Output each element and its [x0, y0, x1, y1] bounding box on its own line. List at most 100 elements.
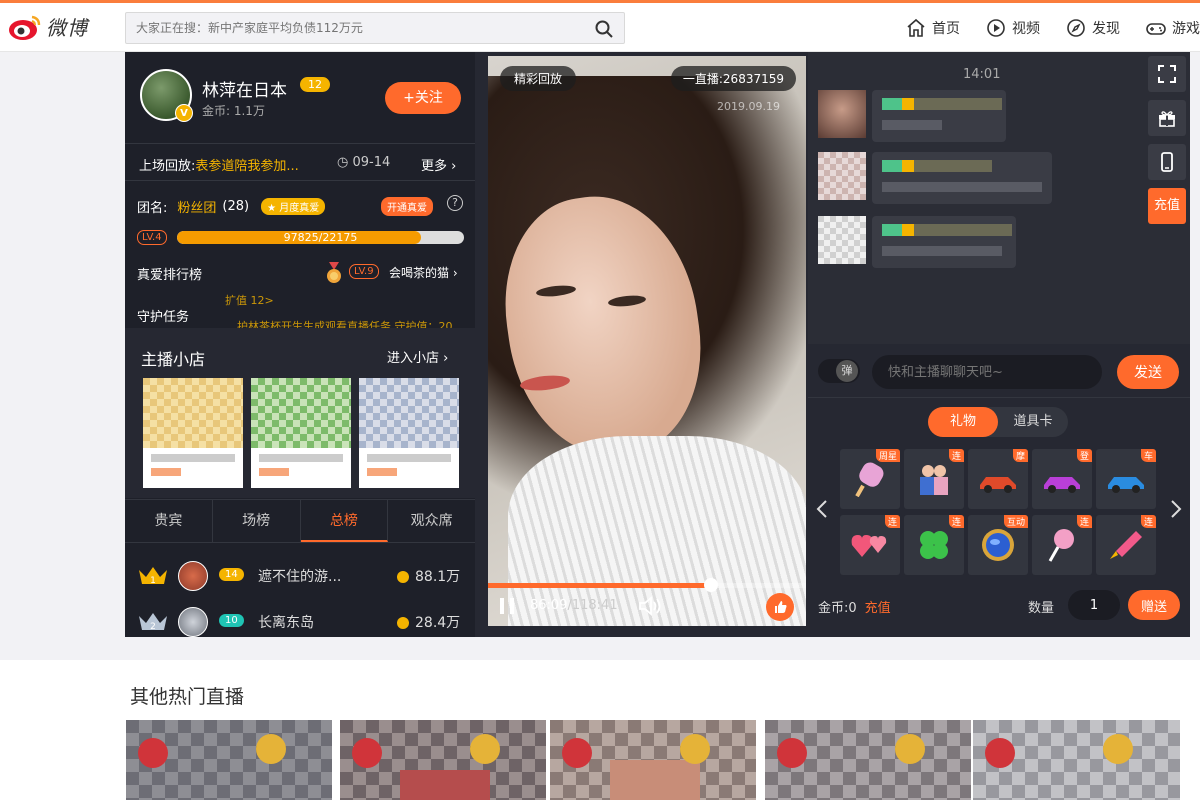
- shop-product-3[interactable]: [359, 378, 459, 488]
- gift-globe[interactable]: 互动: [968, 515, 1028, 575]
- nav-discover-label: 发现: [1092, 20, 1120, 37]
- give-gift-button[interactable]: 赠送: [1128, 590, 1180, 620]
- gift-lollipop[interactable]: 连: [1032, 515, 1092, 575]
- help-icon[interactable]: ?: [447, 195, 463, 211]
- video-player[interactable]: 精彩回放 一直播:26837159 2019.09.19: [488, 56, 806, 626]
- fan-avatar[interactable]: [178, 561, 208, 591]
- ranking-row[interactable]: 1 14 遮不住的游... 88.1万: [125, 554, 475, 598]
- sports-car-icon: [980, 477, 1016, 493]
- nav-home[interactable]: 首页: [906, 18, 960, 38]
- product-title-placeholder: [367, 454, 451, 462]
- replay-more-link[interactable]: 更多 ›: [421, 155, 456, 174]
- tab-prop-cards[interactable]: 道具卡: [998, 407, 1068, 437]
- gift-rocket[interactable]: 连: [1096, 515, 1156, 575]
- search-input[interactable]: [126, 13, 566, 43]
- nav-discover[interactable]: 发现: [1066, 18, 1120, 38]
- open-love-button[interactable]: 开通真爱: [381, 197, 433, 216]
- live-badge-icon: [352, 738, 382, 768]
- pause-icon[interactable]: [500, 598, 514, 614]
- fan-progress-text: 97825/22175: [283, 231, 358, 244]
- gift-blue-car[interactable]: 车: [1096, 449, 1156, 509]
- chat-avatar[interactable]: [818, 90, 866, 138]
- guard-scroll-text-1: 扩值 12>: [225, 294, 274, 307]
- shop-enter-link[interactable]: 进入小店 ›: [387, 347, 448, 366]
- live-thumbnail[interactable]: [765, 720, 971, 800]
- gift-clover[interactable]: 连: [904, 515, 964, 575]
- video-date-stamp: 2019.09.19: [717, 100, 780, 113]
- fan-group-count: (28): [222, 199, 250, 214]
- shop-product-2[interactable]: [251, 378, 351, 488]
- chevron-right-icon[interactable]: [1170, 499, 1182, 519]
- nav-games[interactable]: 游戏: [1146, 18, 1200, 38]
- chat-avatar[interactable]: [818, 152, 866, 200]
- video-icon: [987, 18, 1005, 37]
- rocket-icon: [1110, 531, 1142, 559]
- fullscreen-icon: [1158, 65, 1176, 83]
- gift-sports-car[interactable]: 摩: [968, 449, 1028, 509]
- coin-icon: [397, 571, 409, 583]
- chat-avatar[interactable]: [818, 216, 866, 264]
- replay-date-text: 09-14: [352, 155, 391, 170]
- gift-box-button[interactable]: [1148, 100, 1186, 136]
- fan-group-name: 粉丝团: [177, 201, 217, 216]
- rank-level-badge: LV.9: [349, 264, 379, 279]
- recharge-side-button[interactable]: 充值: [1148, 188, 1186, 224]
- gift-couple[interactable]: 连: [904, 449, 964, 509]
- gift-popsicle[interactable]: 周星: [840, 449, 900, 509]
- weibo-logo[interactable]: 微博: [8, 12, 88, 41]
- chat-text-placeholder: [882, 182, 1042, 192]
- gift-purple-car[interactable]: 登: [1032, 449, 1092, 509]
- level-badge-icon: [680, 734, 710, 764]
- weibo-eye-icon: [9, 15, 41, 40]
- section-title: 其他热门直播: [130, 686, 245, 708]
- live-badge-icon: [562, 738, 592, 768]
- tab-total-rank[interactable]: 总榜: [300, 500, 389, 542]
- rank-number: 1: [150, 576, 156, 586]
- love-rank-label: 真爱排行榜: [137, 268, 203, 283]
- last-replay[interactable]: 上场回放:表参道陪我参加... ◷ 09-14 更多 ›: [125, 145, 475, 181]
- love-rank-row[interactable]: 真爱排行榜 LV.9 会喝茶的猫 ›: [137, 262, 463, 283]
- tab-audience[interactable]: 观众席: [388, 500, 475, 542]
- tab-vip[interactable]: 贵宾: [125, 500, 213, 542]
- time-current: 86:09: [530, 598, 568, 613]
- main-nav: 首页 视频 发现 游戏: [880, 3, 1200, 52]
- gift-hearts[interactable]: 连: [840, 515, 900, 575]
- seek-bar[interactable]: [488, 578, 806, 592]
- nav-video[interactable]: 视频: [986, 18, 1040, 38]
- chat-input[interactable]: [872, 355, 1102, 389]
- follow-button[interactable]: +关注: [385, 82, 461, 114]
- mobile-view-button[interactable]: [1148, 144, 1186, 180]
- like-button[interactable]: [766, 593, 794, 621]
- tab-session-rank[interactable]: 场榜: [213, 500, 301, 542]
- live-thumbnail[interactable]: [550, 720, 756, 800]
- danmaku-toggle[interactable]: 弹: [818, 359, 860, 383]
- send-button[interactable]: 发送: [1117, 355, 1179, 389]
- chevron-left-icon[interactable]: [816, 499, 828, 519]
- recharge-link[interactable]: 充值: [865, 601, 891, 616]
- star-icon: ★: [267, 203, 280, 214]
- volume-icon[interactable]: [638, 595, 662, 617]
- live-thumbnail[interactable]: [126, 720, 332, 800]
- gamepad-icon: [1146, 22, 1166, 35]
- thumbnail-face: [610, 760, 700, 800]
- video-controls: 86:09/118:41: [488, 578, 806, 626]
- guard-task-row: 守护任务 扩值 12> 护林茶杯开生生成观看直播任务,守护值：20: [137, 290, 467, 330]
- ranking-row[interactable]: 2 10 长离东岛 28.4万: [125, 600, 475, 637]
- chat-time: 14:01: [963, 67, 1001, 82]
- fullscreen-button[interactable]: [1148, 56, 1186, 92]
- live-thumbnail[interactable]: [973, 720, 1180, 800]
- host-avatar[interactable]: V: [140, 69, 193, 122]
- live-badge-icon: [138, 738, 168, 768]
- globe-icon: [982, 529, 1014, 561]
- live-thumbnail[interactable]: [340, 720, 546, 800]
- tab-gifts[interactable]: 礼物: [928, 407, 998, 437]
- fan-avatar[interactable]: [178, 607, 208, 637]
- live-id-badge: 一直播:26837159: [670, 66, 796, 91]
- seek-handle[interactable]: [703, 578, 718, 592]
- search-icon[interactable]: [594, 19, 614, 39]
- fan-progress-bar: 97825/22175: [177, 231, 464, 244]
- host-name[interactable]: 林萍在日本: [202, 76, 287, 101]
- shop-product-1[interactable]: [143, 378, 243, 488]
- quantity-input[interactable]: [1068, 590, 1120, 620]
- danmaku-knob: 弹: [836, 360, 858, 382]
